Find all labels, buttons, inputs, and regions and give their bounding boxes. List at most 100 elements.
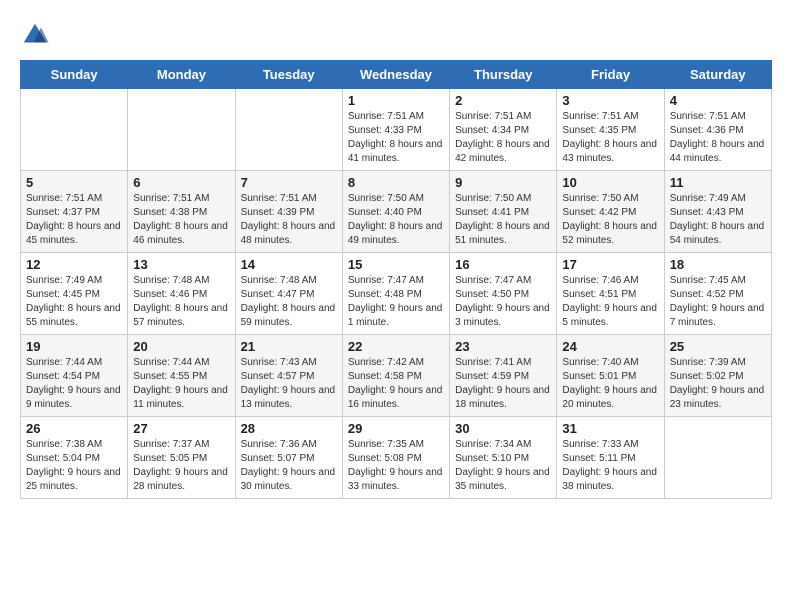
day-info: Sunrise: 7:50 AM Sunset: 4:42 PM Dayligh… xyxy=(562,192,658,248)
calendar-cell: 15Sunrise: 7:47 AM Sunset: 4:48 PM Dayli… xyxy=(342,253,449,335)
calendar-table: SundayMondayTuesdayWednesdayThursdayFrid… xyxy=(20,60,772,499)
calendar-cell xyxy=(21,89,128,171)
day-number: 4 xyxy=(670,93,766,108)
day-info: Sunrise: 7:44 AM Sunset: 4:55 PM Dayligh… xyxy=(133,356,229,412)
day-number: 2 xyxy=(455,93,551,108)
weekday-header: Friday xyxy=(557,61,664,89)
calendar-cell: 8 Sunrise: 7:50 AM Sunset: 4:40 PM Daylig… xyxy=(342,171,449,253)
calendar-cell: 22 Sunrise: 7:42 AM Sunset: 4:58 PM Dayli… xyxy=(342,335,449,417)
day-number: 21 xyxy=(241,339,337,354)
day-number: 1 xyxy=(348,93,444,108)
day-info: Sunrise: 7:43 AM Sunset: 4:57 PM Dayligh… xyxy=(241,356,337,412)
day-number: 23 xyxy=(455,339,551,354)
calendar-cell xyxy=(128,89,235,171)
logo-icon xyxy=(20,20,50,50)
calendar-cell: 30Sunrise: 7:34 AM Sunset: 5:10 PM Dayli… xyxy=(450,417,557,499)
weekday-header: Tuesday xyxy=(235,61,342,89)
calendar-cell: 17 Sunrise: 7:46 AM Sunset: 4:51 PM Dayli… xyxy=(557,253,664,335)
day-info: Sunrise: 7:41 AM Sunset: 4:59 PM Dayligh… xyxy=(455,356,551,412)
calendar-cell: 12Sunrise: 7:49 AM Sunset: 4:45 PM Dayli… xyxy=(21,253,128,335)
calendar-cell: 20Sunrise: 7:44 AM Sunset: 4:55 PM Dayli… xyxy=(128,335,235,417)
calendar-body: 1 Sunrise: 7:51 AM Sunset: 4:33 PM Daylig… xyxy=(21,89,772,499)
day-number: 17 xyxy=(562,257,658,272)
weekday-header: Monday xyxy=(128,61,235,89)
calendar-cell: 24 Sunrise: 7:40 AM Sunset: 5:01 PM Dayli… xyxy=(557,335,664,417)
page-header xyxy=(20,20,772,50)
day-number: 29 xyxy=(348,421,444,436)
day-info: Sunrise: 7:35 AM Sunset: 5:08 PM Dayligh… xyxy=(348,438,444,494)
day-number: 6 xyxy=(133,175,229,190)
day-info: Sunrise: 7:51 AM Sunset: 4:39 PM Dayligh… xyxy=(241,192,337,248)
calendar-week: 1 Sunrise: 7:51 AM Sunset: 4:33 PM Daylig… xyxy=(21,89,772,171)
calendar-cell: 6Sunrise: 7:51 AM Sunset: 4:38 PM Daylig… xyxy=(128,171,235,253)
calendar-cell: 19 Sunrise: 7:44 AM Sunset: 4:54 PM Dayli… xyxy=(21,335,128,417)
day-number: 19 xyxy=(26,339,122,354)
calendar-cell: 2Sunrise: 7:51 AM Sunset: 4:34 PM Daylig… xyxy=(450,89,557,171)
day-info: Sunrise: 7:47 AM Sunset: 4:50 PM Dayligh… xyxy=(455,274,551,330)
day-number: 27 xyxy=(133,421,229,436)
calendar-cell: 25 Sunrise: 7:39 AM Sunset: 5:02 PM Dayli… xyxy=(664,335,771,417)
day-number: 10 xyxy=(562,175,658,190)
day-number: 7 xyxy=(241,175,337,190)
calendar-cell: 13 Sunrise: 7:48 AM Sunset: 4:46 PM Dayli… xyxy=(128,253,235,335)
weekday-header: Sunday xyxy=(21,61,128,89)
day-number: 14 xyxy=(241,257,337,272)
day-number: 3 xyxy=(562,93,658,108)
day-info: Sunrise: 7:48 AM Sunset: 4:47 PM Dayligh… xyxy=(241,274,337,330)
calendar-cell: 27 Sunrise: 7:37 AM Sunset: 5:05 PM Dayli… xyxy=(128,417,235,499)
day-number: 30 xyxy=(455,421,551,436)
calendar-cell: 11Sunrise: 7:49 AM Sunset: 4:43 PM Dayli… xyxy=(664,171,771,253)
day-info: Sunrise: 7:44 AM Sunset: 4:54 PM Dayligh… xyxy=(26,356,122,412)
calendar-cell: 3 Sunrise: 7:51 AM Sunset: 4:35 PM Daylig… xyxy=(557,89,664,171)
calendar-cell: 29 Sunrise: 7:35 AM Sunset: 5:08 PM Dayli… xyxy=(342,417,449,499)
day-info: Sunrise: 7:37 AM Sunset: 5:05 PM Dayligh… xyxy=(133,438,229,494)
day-number: 9 xyxy=(455,175,551,190)
day-info: Sunrise: 7:36 AM Sunset: 5:07 PM Dayligh… xyxy=(241,438,337,494)
day-number: 28 xyxy=(241,421,337,436)
day-number: 31 xyxy=(562,421,658,436)
day-info: Sunrise: 7:48 AM Sunset: 4:46 PM Dayligh… xyxy=(133,274,229,330)
day-info: Sunrise: 7:51 AM Sunset: 4:35 PM Dayligh… xyxy=(562,110,658,166)
weekday-row: SundayMondayTuesdayWednesdayThursdayFrid… xyxy=(21,61,772,89)
day-info: Sunrise: 7:47 AM Sunset: 4:48 PM Dayligh… xyxy=(348,274,444,330)
calendar-header: SundayMondayTuesdayWednesdayThursdayFrid… xyxy=(21,61,772,89)
calendar-cell: 23 Sunrise: 7:41 AM Sunset: 4:59 PM Dayli… xyxy=(450,335,557,417)
day-number: 13 xyxy=(133,257,229,272)
day-info: Sunrise: 7:42 AM Sunset: 4:58 PM Dayligh… xyxy=(348,356,444,412)
day-number: 22 xyxy=(348,339,444,354)
day-number: 25 xyxy=(670,339,766,354)
day-info: Sunrise: 7:46 AM Sunset: 4:51 PM Dayligh… xyxy=(562,274,658,330)
day-info: Sunrise: 7:51 AM Sunset: 4:33 PM Dayligh… xyxy=(348,110,444,166)
day-info: Sunrise: 7:38 AM Sunset: 5:04 PM Dayligh… xyxy=(26,438,122,494)
day-number: 5 xyxy=(26,175,122,190)
day-number: 26 xyxy=(26,421,122,436)
day-number: 18 xyxy=(670,257,766,272)
calendar-week: 19 Sunrise: 7:44 AM Sunset: 4:54 PM Dayli… xyxy=(21,335,772,417)
day-info: Sunrise: 7:39 AM Sunset: 5:02 PM Dayligh… xyxy=(670,356,766,412)
calendar-cell xyxy=(235,89,342,171)
calendar-cell: 1 Sunrise: 7:51 AM Sunset: 4:33 PM Daylig… xyxy=(342,89,449,171)
day-info: Sunrise: 7:50 AM Sunset: 4:40 PM Dayligh… xyxy=(348,192,444,248)
day-info: Sunrise: 7:50 AM Sunset: 4:41 PM Dayligh… xyxy=(455,192,551,248)
calendar-week: 5Sunrise: 7:51 AM Sunset: 4:37 PM Daylig… xyxy=(21,171,772,253)
calendar-cell: 10 Sunrise: 7:50 AM Sunset: 4:42 PM Dayli… xyxy=(557,171,664,253)
weekday-header: Wednesday xyxy=(342,61,449,89)
calendar-cell: 9 Sunrise: 7:50 AM Sunset: 4:41 PM Daylig… xyxy=(450,171,557,253)
calendar-cell: 14 Sunrise: 7:48 AM Sunset: 4:47 PM Dayli… xyxy=(235,253,342,335)
weekday-header: Thursday xyxy=(450,61,557,89)
calendar-cell: 7 Sunrise: 7:51 AM Sunset: 4:39 PM Daylig… xyxy=(235,171,342,253)
calendar-cell: 4 Sunrise: 7:51 AM Sunset: 4:36 PM Daylig… xyxy=(664,89,771,171)
calendar-cell: 16Sunrise: 7:47 AM Sunset: 4:50 PM Dayli… xyxy=(450,253,557,335)
calendar-cell: 18Sunrise: 7:45 AM Sunset: 4:52 PM Dayli… xyxy=(664,253,771,335)
day-info: Sunrise: 7:40 AM Sunset: 5:01 PM Dayligh… xyxy=(562,356,658,412)
day-number: 8 xyxy=(348,175,444,190)
calendar-cell xyxy=(664,417,771,499)
day-number: 24 xyxy=(562,339,658,354)
calendar-week: 26 Sunrise: 7:38 AM Sunset: 5:04 PM Dayli… xyxy=(21,417,772,499)
calendar-cell: 21 Sunrise: 7:43 AM Sunset: 4:57 PM Dayli… xyxy=(235,335,342,417)
day-info: Sunrise: 7:51 AM Sunset: 4:36 PM Dayligh… xyxy=(670,110,766,166)
calendar-week: 12Sunrise: 7:49 AM Sunset: 4:45 PM Dayli… xyxy=(21,253,772,335)
calendar-cell: 5Sunrise: 7:51 AM Sunset: 4:37 PM Daylig… xyxy=(21,171,128,253)
calendar-cell: 31Sunrise: 7:33 AM Sunset: 5:11 PM Dayli… xyxy=(557,417,664,499)
weekday-header: Saturday xyxy=(664,61,771,89)
